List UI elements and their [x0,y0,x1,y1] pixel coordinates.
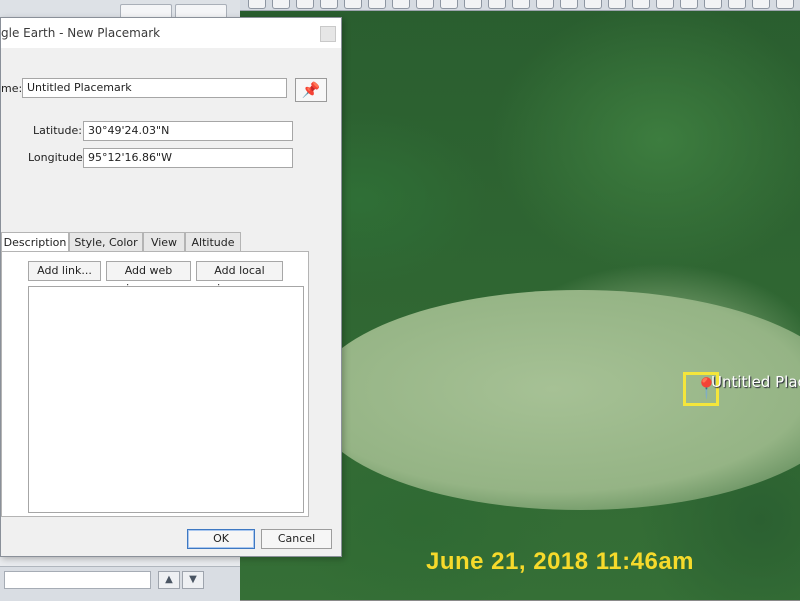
placemark-icon-button[interactable]: 📌 [295,78,327,102]
tab-style-color[interactable]: Style, Color [69,232,143,252]
toolbar-button[interactable] [752,0,770,9]
add-local-image-button[interactable]: Add local image... [196,261,283,295]
toolbar-button[interactable] [488,0,506,9]
sidebar-search-field[interactable] [4,571,151,589]
toolbar-button[interactable] [656,0,674,9]
toolbar-button[interactable] [320,0,338,9]
pushpin-icon: 📌 [301,81,321,99]
latitude-label: Latitude: [33,124,82,137]
toolbar-button[interactable] [272,0,290,9]
toolbar-button[interactable] [464,0,482,9]
toolbar-button[interactable] [680,0,698,9]
lake-water [310,290,800,510]
dialog-titlebar: gle Earth - New Placemark [1,18,341,48]
toolbar-button[interactable] [608,0,626,9]
toolbar-button[interactable] [776,0,794,9]
map-toolbar [240,0,800,11]
toolbar-button[interactable] [296,0,314,9]
tab-altitude[interactable]: Altitude [185,232,241,252]
toolbar-button[interactable] [368,0,386,9]
toolbar-button[interactable] [584,0,602,9]
move-down-button[interactable]: ▼ [182,571,204,589]
toolbar-button[interactable] [560,0,578,9]
toolbar-button[interactable] [248,0,266,9]
placemark-label[interactable]: Untitled Plac [711,373,800,391]
placemark-tabs: Description Style, Color View Altitude [1,232,301,253]
cancel-button[interactable]: Cancel [261,529,332,549]
toolbar-button[interactable] [416,0,434,9]
latitude-input[interactable]: 30°49'24.03"N [83,121,293,141]
toolbar-button[interactable] [344,0,362,9]
name-label: me: [1,82,23,95]
ok-button[interactable]: OK [187,529,255,549]
toolbar-button[interactable] [536,0,554,9]
sidebar-bottom-bar: ▲ ▼ [0,566,240,601]
toolbar-button[interactable] [728,0,746,9]
description-textarea[interactable] [28,286,304,513]
toolbar-button[interactable] [392,0,410,9]
longitude-input[interactable]: 95°12'16.86"W [83,148,293,168]
longitude-label: Longitude: [28,151,87,164]
toolbar-button[interactable] [632,0,650,9]
toolbar-button[interactable] [512,0,530,9]
tab-view[interactable]: View [143,232,185,252]
close-icon[interactable] [320,26,336,42]
dialog-title: gle Earth - New Placemark [1,26,161,40]
move-up-button[interactable]: ▲ [158,571,180,589]
toolbar-button[interactable] [440,0,458,9]
new-placemark-dialog: gle Earth - New Placemark me: Untitled P… [0,17,342,557]
toolbar-button[interactable] [704,0,722,9]
add-web-image-button[interactable]: Add web image... [106,261,191,295]
add-link-button[interactable]: Add link... [28,261,101,281]
photo-timestamp: June 21, 2018 11:46am [426,548,695,575]
tab-description[interactable]: Description [1,232,69,253]
name-input[interactable]: Untitled Placemark [22,78,287,98]
